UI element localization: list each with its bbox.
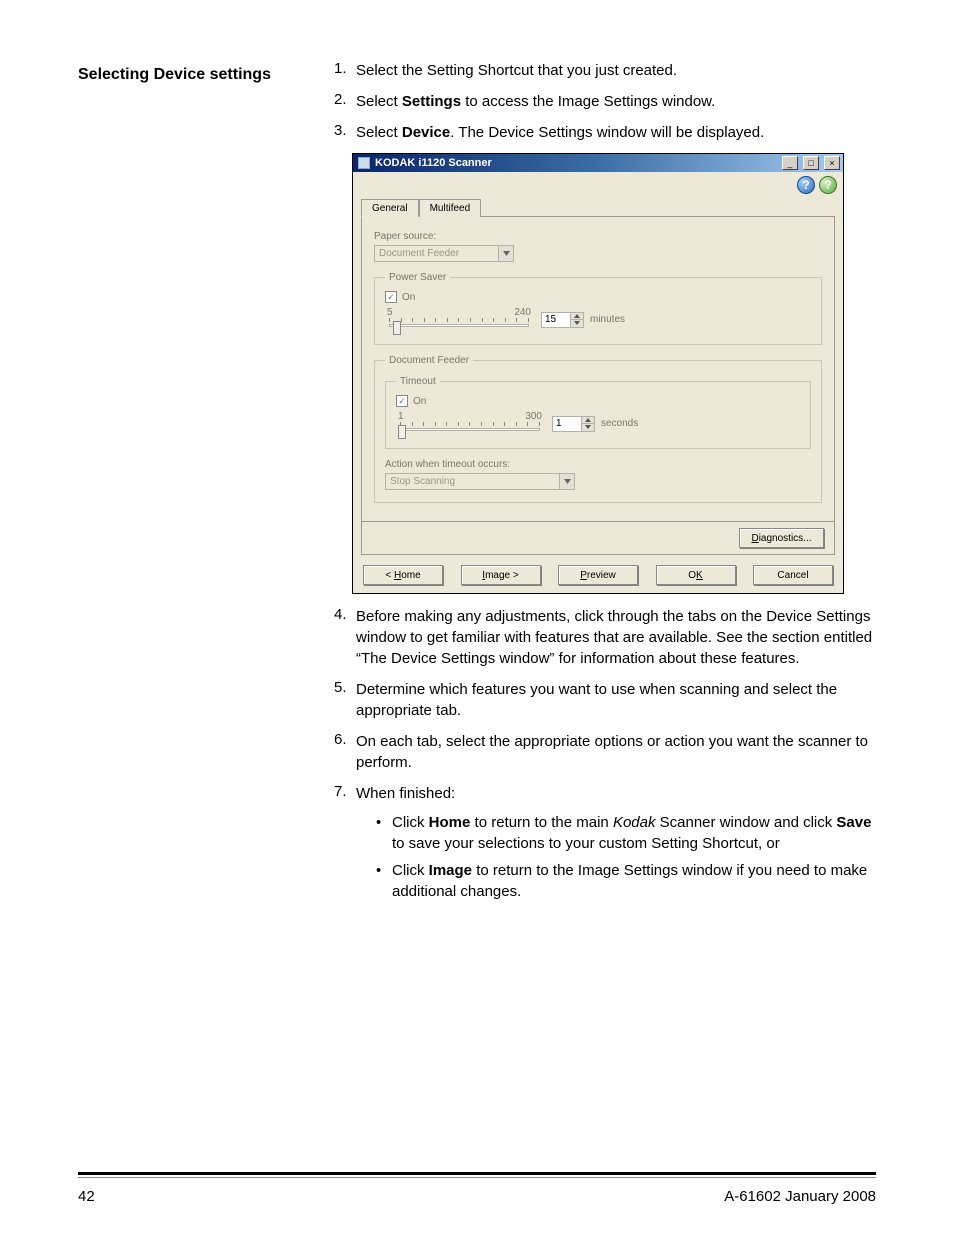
step-num: 2. bbox=[334, 91, 356, 112]
help-icon[interactable]: ? bbox=[819, 176, 837, 194]
device-settings-window: KODAK i1120 Scanner _ □ × ? ? General bbox=[352, 153, 844, 594]
slider-max: 300 bbox=[525, 411, 542, 422]
powersaver-spinner[interactable] bbox=[541, 312, 584, 328]
action-select[interactable]: Stop Scanning bbox=[385, 473, 575, 490]
step-num: 3. bbox=[334, 122, 356, 143]
slider-min: 1 bbox=[398, 411, 404, 422]
close-button[interactable]: × bbox=[824, 156, 840, 170]
bullet-icon: • bbox=[376, 860, 392, 902]
document-feeder-group: Document Feeder Timeout ✓ On bbox=[374, 355, 822, 503]
tab-row: General Multifeed bbox=[361, 198, 835, 217]
section-heading: Selecting Device settings bbox=[78, 60, 334, 84]
paper-source-value: Document Feeder bbox=[375, 247, 498, 260]
timeout-legend: Timeout bbox=[396, 376, 440, 387]
spin-up-icon[interactable] bbox=[570, 313, 583, 320]
step-text: On each tab, select the appropriate opti… bbox=[356, 731, 876, 773]
power-saver-group: Power Saver ✓ On 5 240 bbox=[374, 272, 822, 345]
slider-thumb[interactable] bbox=[398, 425, 406, 439]
step-num: 6. bbox=[334, 731, 356, 773]
powersaver-value-input[interactable] bbox=[542, 313, 570, 327]
tab-general[interactable]: General bbox=[361, 199, 419, 217]
maximize-button[interactable]: □ bbox=[803, 156, 819, 170]
preview-button[interactable]: Preview bbox=[558, 565, 638, 585]
step-text: Select Device. The Device Settings windo… bbox=[356, 122, 876, 143]
image-button[interactable]: Image > bbox=[461, 565, 541, 585]
slider-min: 5 bbox=[387, 307, 393, 318]
step-6: 6. On each tab, select the appropriate o… bbox=[334, 731, 876, 773]
powersaver-on-checkbox[interactable]: ✓ On bbox=[385, 291, 811, 303]
timeout-spinner[interactable] bbox=[552, 416, 595, 432]
step-text: Select Settings to access the Image Sett… bbox=[356, 91, 876, 112]
action-value: Stop Scanning bbox=[386, 475, 559, 488]
home-button[interactable]: < Home bbox=[363, 565, 443, 585]
step-3: 3. Select Device. The Device Settings wi… bbox=[334, 122, 876, 143]
step-1: 1. Select the Setting Shortcut that you … bbox=[334, 60, 876, 81]
step-num: 5. bbox=[334, 679, 356, 721]
tab-multifeed[interactable]: Multifeed bbox=[419, 199, 482, 217]
bullet-icon: • bbox=[376, 812, 392, 854]
step-text: When finished: • Click Home to return to… bbox=[356, 783, 876, 908]
step-text: Determine which features you want to use… bbox=[356, 679, 876, 721]
info-icon[interactable]: ? bbox=[797, 176, 815, 194]
action-label: Action when timeout occurs: bbox=[385, 459, 811, 470]
checkbox-icon: ✓ bbox=[396, 395, 408, 407]
paper-source-select[interactable]: Document Feeder bbox=[374, 245, 514, 262]
diagnostics-button[interactable]: Diagnostics... bbox=[739, 528, 824, 548]
spin-up-icon[interactable] bbox=[581, 417, 594, 424]
step-num: 1. bbox=[334, 60, 356, 81]
chevron-down-icon bbox=[498, 246, 513, 261]
page-footer: 42 A-61602 January 2008 bbox=[78, 1172, 876, 1205]
step-5: 5. Determine which features you want to … bbox=[334, 679, 876, 721]
timeout-value-input[interactable] bbox=[553, 417, 581, 431]
checkbox-icon: ✓ bbox=[385, 291, 397, 303]
timeout-group: Timeout ✓ On 1 bbox=[385, 376, 811, 449]
paper-source-label: Paper source: bbox=[374, 231, 822, 242]
window-title: KODAK i1120 Scanner bbox=[375, 157, 780, 169]
spin-down-icon[interactable] bbox=[570, 320, 583, 327]
step-num: 4. bbox=[334, 606, 356, 669]
spin-down-icon[interactable] bbox=[581, 424, 594, 431]
powersaver-unit: minutes bbox=[590, 314, 625, 325]
bullet-home: • Click Home to return to the main Kodak… bbox=[376, 812, 876, 854]
checkbox-label: On bbox=[402, 292, 415, 303]
doc-id: A-61602 January 2008 bbox=[724, 1188, 876, 1205]
document-feeder-legend: Document Feeder bbox=[385, 355, 473, 366]
checkbox-label: On bbox=[413, 396, 426, 407]
page-number: 42 bbox=[78, 1188, 95, 1205]
app-icon bbox=[358, 157, 370, 169]
timeout-slider[interactable]: 1 300 bbox=[396, 411, 544, 436]
step-4: 4. Before making any adjustments, click … bbox=[334, 606, 876, 669]
step-text: Select the Setting Shortcut that you jus… bbox=[356, 60, 876, 81]
cancel-button[interactable]: Cancel bbox=[753, 565, 833, 585]
minimize-button[interactable]: _ bbox=[782, 156, 798, 170]
step-2: 2. Select Settings to access the Image S… bbox=[334, 91, 876, 112]
step-7: 7. When finished: • Click Home to return… bbox=[334, 783, 876, 908]
tab-panel-general: Paper source: Document Feeder Power Save… bbox=[361, 217, 835, 522]
step-num: 7. bbox=[334, 783, 356, 908]
window-titlebar: KODAK i1120 Scanner _ □ × bbox=[353, 154, 843, 172]
chevron-down-icon bbox=[559, 474, 574, 489]
timeout-unit: seconds bbox=[601, 418, 638, 429]
step-text: Before making any adjustments, click thr… bbox=[356, 606, 876, 669]
slider-thumb[interactable] bbox=[393, 321, 401, 335]
slider-max: 240 bbox=[514, 307, 531, 318]
timeout-on-checkbox[interactable]: ✓ On bbox=[396, 395, 800, 407]
ok-button[interactable]: OK bbox=[656, 565, 736, 585]
bullet-image: • Click Image to return to the Image Set… bbox=[376, 860, 876, 902]
powersaver-slider[interactable]: 5 240 bbox=[385, 307, 533, 332]
power-saver-legend: Power Saver bbox=[385, 272, 450, 283]
